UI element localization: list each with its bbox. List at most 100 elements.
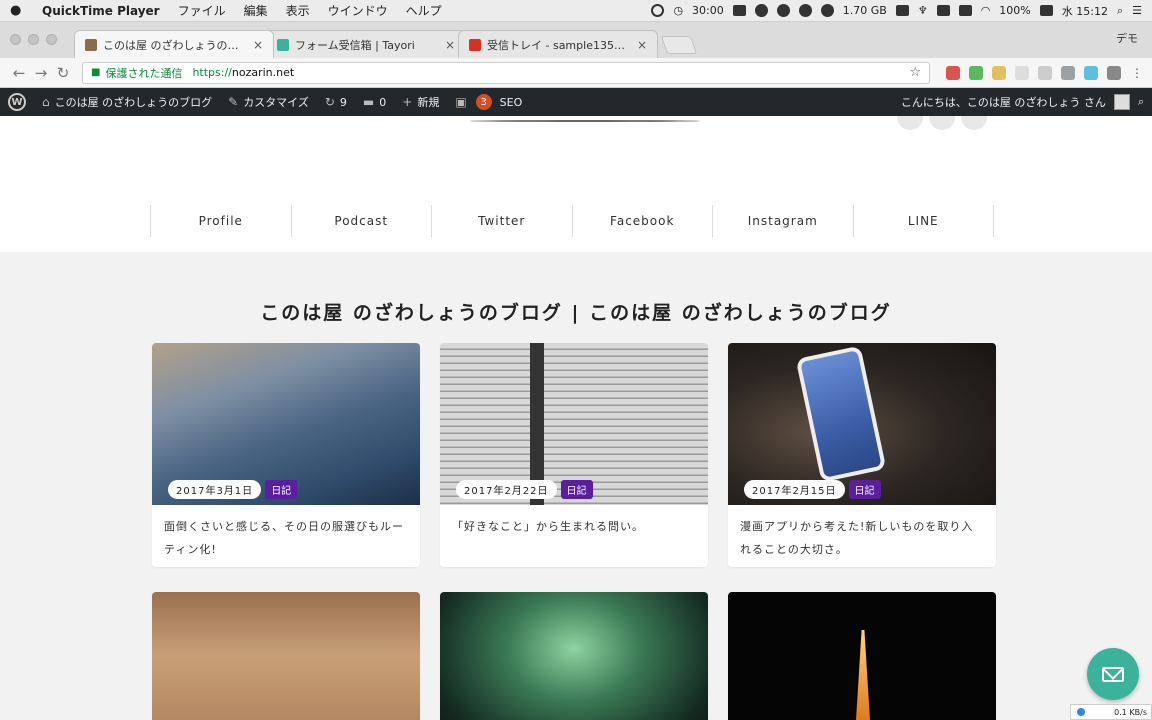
post-card[interactable]: 2017年3月1日 日記 面倒くさいと感じる、その日の服選びもルーティン化!	[152, 343, 420, 567]
play-icon[interactable]	[776, 4, 790, 17]
spotlight-icon[interactable]: ⌕	[1117, 4, 1123, 18]
adminbar-site[interactable]: ⌂ このは屋 のざわしょうのブログ	[42, 94, 212, 110]
lock-icon[interactable]: ■	[91, 67, 100, 78]
profile-button[interactable]: デモ	[1116, 30, 1138, 46]
close-tab-icon[interactable]: ×	[253, 38, 263, 52]
extension-icon[interactable]	[1107, 65, 1121, 80]
menu-window[interactable]: ウインドウ	[328, 2, 388, 19]
page-title: このは屋 のざわしょうのブログ | このは屋 のざわしょうのブログ	[260, 302, 892, 324]
apple-icon[interactable]: ●	[10, 3, 24, 18]
post-card[interactable]	[728, 592, 996, 720]
avatar[interactable]	[1113, 94, 1130, 110]
battery-icon[interactable]	[1039, 5, 1053, 16]
post-category[interactable]: 日記	[848, 480, 881, 499]
nav-podcast[interactable]: Podcast	[290, 205, 432, 237]
adminbar-customize[interactable]: ✎ カスタマイズ	[228, 94, 309, 110]
post-title[interactable]: 「好きなこと」から生まれる問い。	[440, 505, 708, 567]
post-thumbnail[interactable]: 2017年2月22日 日記	[440, 343, 708, 505]
search-icon[interactable]: ⌕	[1138, 95, 1144, 109]
social-icon[interactable]	[961, 116, 987, 130]
post-title[interactable]: 面倒くさいと感じる、その日の服選びもルーティン化!	[152, 505, 420, 567]
adminbar-new-label: 新規	[417, 96, 440, 109]
post-card[interactable]	[440, 592, 708, 720]
tab-blog[interactable]: このは屋 のざわしょうのブログ ×	[74, 30, 274, 58]
shield-icon[interactable]	[895, 5, 909, 16]
extension-icon[interactable]	[1038, 65, 1052, 80]
timer-icon[interactable]: ◷	[673, 4, 683, 17]
zoom-window-button[interactable]	[46, 34, 57, 45]
nav-facebook[interactable]: Facebook	[571, 205, 713, 237]
extension-icon[interactable]	[969, 65, 983, 80]
nav-twitter[interactable]: Twitter	[431, 205, 572, 237]
post-category[interactable]: 日記	[560, 480, 593, 499]
wordpress-logo-icon[interactable]: W	[8, 93, 26, 111]
nav-line[interactable]: LINE	[852, 205, 994, 237]
tab-gmail[interactable]: 受信トレイ - sample13590gm ×	[458, 30, 658, 58]
tab-tayori[interactable]: フォーム受信箱 | Tayori ×	[266, 30, 466, 58]
cloud-icon[interactable]	[798, 4, 812, 17]
adminbar-seo-label: SEO	[499, 95, 523, 109]
main-content: このは屋 のざわしょうのブログ | このは屋 のざわしょうのブログ 2017年3…	[0, 252, 1152, 720]
extension-icon[interactable]	[946, 65, 960, 80]
clock-text[interactable]: 水 15:12	[1062, 3, 1108, 19]
nav-instagram[interactable]: Instagram	[712, 205, 853, 237]
menu-help[interactable]: ヘルプ	[406, 2, 442, 19]
post-card[interactable]: 2017年2月22日 日記 「好きなこと」から生まれる問い。	[440, 343, 708, 567]
post-date: 2017年2月22日	[456, 480, 557, 499]
record-icon[interactable]	[651, 4, 665, 17]
menu-view[interactable]: 表示	[286, 2, 310, 19]
dropbox-icon[interactable]	[936, 5, 950, 16]
chrome-menu-icon[interactable]: ⋮	[1130, 66, 1144, 80]
post-thumbnail[interactable]: 2017年3月1日 日記	[152, 343, 420, 505]
sync-icon[interactable]	[754, 4, 768, 17]
adminbar-updates[interactable]: ↻ 9	[325, 95, 347, 109]
extension-icon[interactable]	[992, 65, 1006, 80]
comments-count: 0	[379, 95, 387, 109]
bookmark-star-icon[interactable]: ☆	[909, 65, 921, 80]
tuning-fork-icon[interactable]: ♆	[918, 4, 928, 17]
extension-icon[interactable]	[1015, 65, 1029, 80]
close-window-button[interactable]	[10, 34, 21, 45]
social-icon[interactable]	[897, 116, 923, 130]
mail-icon	[1102, 666, 1124, 682]
memory-icon[interactable]	[820, 4, 834, 17]
browser-toolbar: ← → ↻ ■ 保護された通信 https:// nozarin.net ☆ ⋮	[0, 58, 1152, 88]
post-card[interactable]: 2017年2月15日 日記 漫画アプリから考えた!新しいものを取り入れることの大…	[728, 343, 996, 567]
nav-profile[interactable]: Profile	[150, 205, 291, 237]
printer-icon[interactable]	[732, 5, 746, 16]
extensions: ⋮	[946, 65, 1144, 80]
reload-icon[interactable]: ↻	[52, 64, 74, 82]
adminbar-new[interactable]: + 新規	[402, 94, 439, 110]
refresh-icon: ↻	[324, 95, 335, 109]
post-title[interactable]: 漫画アプリから考えた!新しいものを取り入れることの大切さ。	[728, 505, 996, 567]
post-thumbnail[interactable]: 2017年2月15日 日記	[728, 343, 996, 505]
contact-fab-button[interactable]	[1087, 648, 1139, 700]
new-tab-button[interactable]	[660, 36, 698, 54]
extension-icon[interactable]	[1061, 65, 1075, 80]
forward-icon[interactable]: →	[30, 64, 52, 82]
social-icon[interactable]	[929, 116, 955, 130]
close-tab-icon[interactable]: ×	[637, 38, 647, 52]
notification-center-icon[interactable]: ☰	[1132, 4, 1142, 17]
minimize-window-button[interactable]	[28, 34, 39, 45]
post-category[interactable]: 日記	[265, 480, 298, 499]
adminbar-seo[interactable]: ▣ 3 SEO	[455, 94, 522, 110]
adminbar-greeting[interactable]: こんにちは、このは屋 のざわしょう さん	[901, 94, 1106, 110]
address-bar[interactable]: ■ 保護された通信 https:// nozarin.net ☆	[82, 61, 930, 84]
post-thumbnail[interactable]	[152, 592, 420, 720]
menu-edit[interactable]: 編集	[244, 2, 268, 19]
wifi-icon[interactable]: ◠	[981, 4, 991, 17]
post-thumbnail[interactable]	[440, 592, 708, 720]
extension-icon[interactable]	[1084, 65, 1098, 80]
post-thumbnail[interactable]	[728, 592, 996, 720]
adminbar-comments[interactable]: ▬ 0	[363, 95, 386, 109]
back-icon[interactable]: ←	[8, 64, 30, 82]
app-menu[interactable]: QuickTime Player	[42, 4, 160, 18]
car-icon[interactable]	[958, 5, 972, 16]
seo-plugin-icon: ▣	[455, 95, 467, 109]
post-date: 2017年3月1日	[168, 480, 262, 499]
home-icon: ⌂	[42, 95, 50, 109]
close-tab-icon[interactable]: ×	[445, 38, 455, 52]
post-card[interactable]	[152, 592, 420, 720]
menu-file[interactable]: ファイル	[178, 2, 226, 19]
